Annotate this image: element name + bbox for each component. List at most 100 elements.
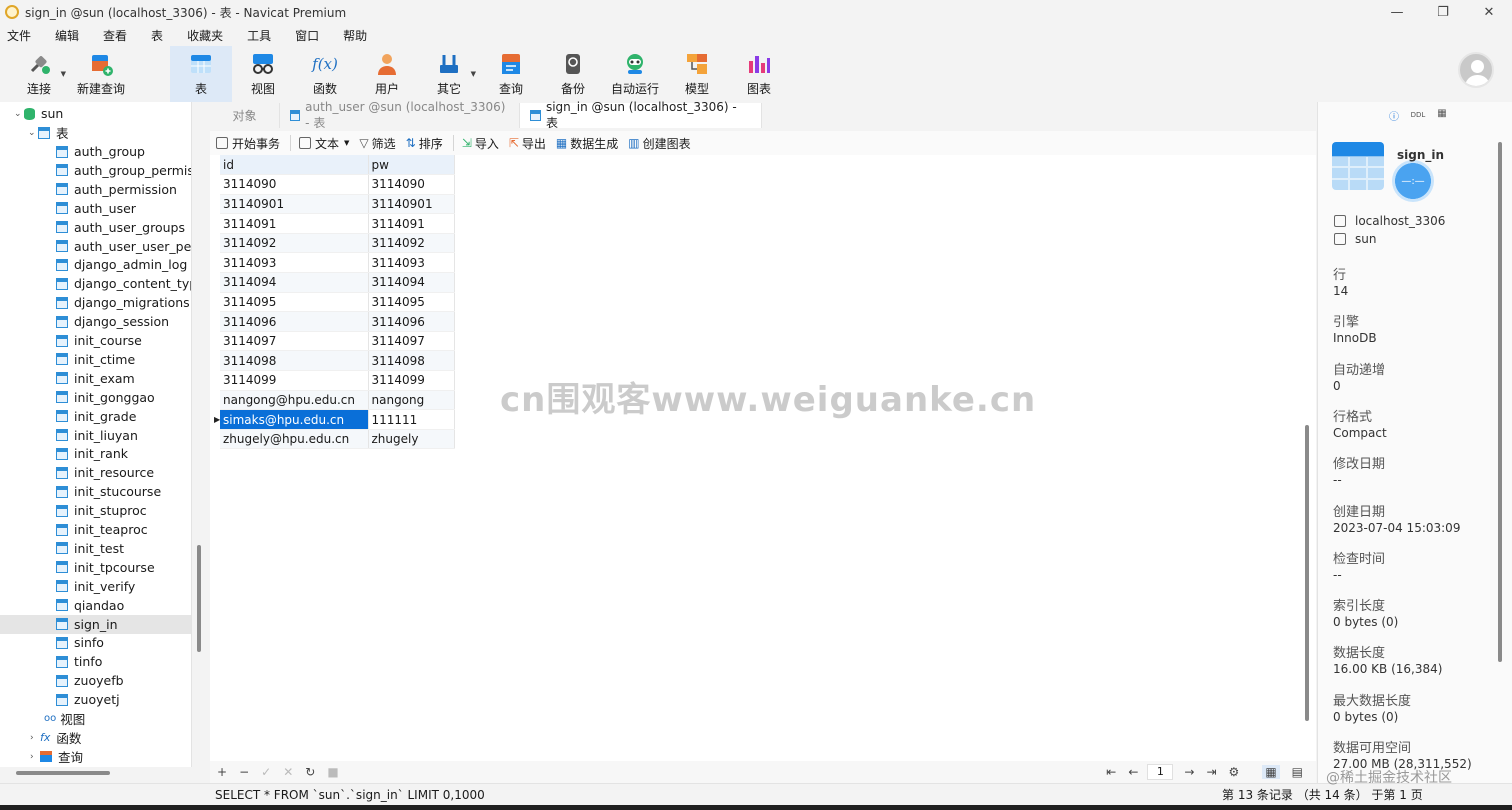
cell-id[interactable]: 3114093 <box>220 252 369 274</box>
backup-button[interactable]: 备份 <box>542 46 604 102</box>
function-button[interactable]: f(x) 函数 <box>294 46 356 102</box>
table-row[interactable]: 3114092 3114092 <box>220 233 455 254</box>
column-header-pw[interactable]: pw <box>368 155 455 176</box>
tree-views-group[interactable]: oo 视图 <box>44 709 85 728</box>
cell-id[interactable]: 3114099 <box>220 370 369 391</box>
chart-button[interactable]: 图表 <box>728 46 790 102</box>
table-row[interactable]: 31140901 31140901 <box>220 194 455 215</box>
sidebar-item-table[interactable]: init_stucourse <box>56 482 161 501</box>
cell-pw[interactable]: 3114095 <box>368 292 455 313</box>
sidebar-item-table[interactable]: init_ctime <box>56 350 135 369</box>
menu-view[interactable]: 查看 <box>96 27 134 44</box>
apply-changes-button[interactable]: ✓ <box>261 765 271 779</box>
import-button[interactable]: ⇲ 导入 <box>462 135 499 152</box>
model-button[interactable]: 模型 <box>666 46 728 102</box>
sidebar-item-table[interactable]: init_teaproc <box>56 520 148 539</box>
sidebar-item-table[interactable]: sign_in <box>0 614 191 634</box>
new-query-button[interactable]: 新建查询 <box>70 46 132 102</box>
table-row[interactable]: simaks@hpu.edu.cn 111111 <box>220 409 455 430</box>
table-row[interactable]: 3114099 3114099 <box>220 370 455 391</box>
cell-pw[interactable]: 3114098 <box>368 350 455 372</box>
table-row[interactable]: 3114097 3114097 <box>220 331 455 352</box>
view-button[interactable]: 视图 <box>232 46 294 102</box>
cell-pw[interactable]: 3114096 <box>368 311 455 332</box>
sidebar-item-table[interactable]: init_exam <box>56 369 135 388</box>
tree-queries-group[interactable]: › 查询 <box>30 747 83 766</box>
cell-pw[interactable]: 3114094 <box>368 272 455 293</box>
sidebar-item-table[interactable]: zuoyetj <box>56 690 120 709</box>
create-chart-button[interactable]: ▥ 创建图表 <box>628 135 690 152</box>
tree-functions-group[interactable]: › fx 函数 <box>30 728 81 747</box>
menu-tools[interactable]: 工具 <box>240 27 278 44</box>
other-button[interactable]: 其它 ▼ <box>418 46 480 102</box>
table-row[interactable]: 3114091 3114091 <box>220 213 455 234</box>
text-button[interactable]: 文本 ▼ <box>299 135 349 152</box>
cell-id[interactable]: 3114090 <box>220 174 369 195</box>
cell-id[interactable]: 3114095 <box>220 292 369 313</box>
sidebar-item-table[interactable]: auth_user <box>56 199 136 218</box>
tree-database-sun[interactable]: ⌄ sun <box>14 104 63 123</box>
export-button[interactable]: ⇱ 导出 <box>509 135 546 152</box>
sidebar-item-table[interactable]: qiandao <box>56 596 124 615</box>
add-record-button[interactable]: + <box>217 765 227 779</box>
cell-pw[interactable]: 3114092 <box>368 233 455 254</box>
query-button[interactable]: 查询 <box>480 46 542 102</box>
sidebar-item-table[interactable]: init_gonggao <box>56 388 155 407</box>
table-row[interactable]: 3114090 3114090 <box>220 174 455 195</box>
table-row[interactable]: 3114093 3114093 <box>220 252 455 274</box>
chevron-down-icon[interactable]: ⌄ <box>14 109 24 119</box>
begin-transaction-button[interactable]: 开始事务 <box>216 135 280 152</box>
info-tab-ddl[interactable]: DDL <box>1408 108 1428 122</box>
minimize-button[interactable]: — <box>1374 0 1420 24</box>
first-page-button[interactable]: ⇤ <box>1106 765 1116 779</box>
chevron-right-icon[interactable]: › <box>30 733 40 743</box>
menu-favorites[interactable]: 收藏夹 <box>180 27 230 44</box>
user-button[interactable]: 用户 <box>356 46 418 102</box>
menu-window[interactable]: 窗口 <box>288 27 326 44</box>
cell-id[interactable]: 3114097 <box>220 331 369 352</box>
settings-gear-icon[interactable]: ⚙ <box>1229 765 1240 779</box>
tab-sign-in[interactable]: sign_in @sun (localhost_3306) - 表 <box>520 100 762 130</box>
maximize-button[interactable]: ❐ <box>1420 0 1466 24</box>
cell-pw[interactable]: zhugely <box>368 429 455 450</box>
prev-page-button[interactable]: ← <box>1128 765 1138 779</box>
sidebar-item-table[interactable]: tinfo <box>56 652 102 671</box>
cell-pw[interactable]: 3114097 <box>368 331 455 352</box>
discard-changes-button[interactable]: ✕ <box>283 765 293 779</box>
cell-id[interactable]: 3114092 <box>220 233 369 254</box>
sidebar-horizontal-scrollbar[interactable] <box>16 771 110 775</box>
sidebar-item-table[interactable]: init_course <box>56 331 142 350</box>
sidebar-item-table[interactable]: django_session <box>56 312 169 331</box>
table-row[interactable]: 3114096 3114096 <box>220 311 455 332</box>
sidebar-item-table[interactable]: auth_user_groups <box>56 218 185 237</box>
automation-button[interactable]: 自动运行 <box>604 46 666 102</box>
last-page-button[interactable]: ⇥ <box>1206 765 1216 779</box>
table-row[interactable]: 3114094 3114094 <box>220 272 455 293</box>
cell-id[interactable]: simaks@hpu.edu.cn <box>220 409 369 430</box>
menu-file[interactable]: 文件 <box>0 27 38 44</box>
delete-record-button[interactable]: − <box>239 765 249 779</box>
sidebar-item-table[interactable]: init_stuproc <box>56 501 147 520</box>
chevron-down-icon[interactable]: ⌄ <box>28 128 38 138</box>
tab-objects[interactable]: 对象 <box>210 103 280 128</box>
sidebar-item-table[interactable]: init_test <box>56 539 124 558</box>
table-row[interactable]: zhugely@hpu.edu.cn zhugely <box>220 429 455 450</box>
cell-id[interactable]: nangong@hpu.edu.cn <box>220 390 369 411</box>
info-panel-scrollbar[interactable] <box>1498 142 1502 782</box>
menu-table[interactable]: 表 <box>144 27 170 44</box>
info-tab-grid[interactable]: ▦ <box>1432 108 1452 122</box>
cell-pw[interactable]: nangong <box>368 390 455 411</box>
menu-help[interactable]: 帮助 <box>336 27 374 44</box>
chevron-down-icon[interactable]: ▼ <box>471 70 476 78</box>
connect-button[interactable]: 连接 ▼ <box>8 46 70 102</box>
stop-button[interactable]: ■ <box>327 765 338 779</box>
menu-edit[interactable]: 编辑 <box>48 27 86 44</box>
sidebar-item-table[interactable]: django_admin_log <box>56 255 187 274</box>
sidebar-item-table[interactable]: django_migrations <box>56 293 190 312</box>
sidebar-item-table[interactable]: zuoyefb <box>56 671 124 690</box>
sidebar-item-table[interactable]: init_verify <box>56 577 135 596</box>
cell-pw[interactable]: 3114091 <box>368 213 455 234</box>
cell-id[interactable]: 31140901 <box>220 194 369 215</box>
cell-pw[interactable]: 31140901 <box>368 194 455 215</box>
user-avatar[interactable] <box>1458 52 1494 88</box>
